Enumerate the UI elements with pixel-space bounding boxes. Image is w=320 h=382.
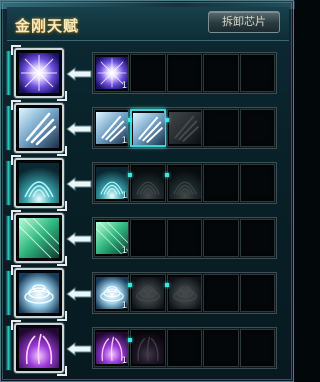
- ice-dome-icon: [168, 276, 201, 310]
- talent-row: 1: [5, 265, 291, 321]
- empty-chip-slot[interactable]: [166, 219, 203, 257]
- chip-link-indicator: [165, 283, 169, 287]
- chip-link-indicator: [165, 173, 169, 177]
- talent-main-slot[interactable]: [11, 210, 67, 266]
- talent-main-slot[interactable]: [11, 155, 67, 211]
- chip-slot-strip: 1: [92, 217, 277, 259]
- empty-chip-slot[interactable]: [203, 219, 239, 257]
- chip-link-indicator: [165, 118, 169, 122]
- chip-slot-strip: 1: [92, 162, 277, 204]
- chip-slot[interactable]: [130, 164, 166, 202]
- empty-chip-slot[interactable]: [239, 329, 276, 367]
- empty-chip-slot[interactable]: [239, 164, 276, 202]
- ice-dome-icon: [132, 276, 165, 310]
- shield-wave-icon: [168, 166, 201, 200]
- row-side-indicator: [5, 160, 12, 206]
- arrow-left-icon: [66, 341, 92, 356]
- chip-slot[interactable]: 1: [94, 219, 130, 257]
- talent-row: 1: [5, 100, 291, 156]
- chip-slot[interactable]: [130, 274, 166, 312]
- chip-slot-strip: 1: [92, 327, 277, 369]
- talent-main-slot[interactable]: [11, 100, 67, 156]
- empty-chip-slot[interactable]: [239, 54, 276, 92]
- claw-slash-icon: [133, 112, 166, 146]
- empty-chip-slot[interactable]: [239, 109, 275, 147]
- empty-chip-slot[interactable]: [239, 274, 276, 312]
- dismantle-chip-button[interactable]: 拆卸芯片: [208, 11, 280, 33]
- empty-chip-slot[interactable]: [239, 219, 276, 257]
- green-rays-icon: [18, 217, 60, 259]
- chip-slot[interactable]: 1: [94, 164, 130, 202]
- row-side-indicator: [5, 325, 12, 371]
- row-side-indicator: [5, 105, 12, 151]
- empty-chip-slot[interactable]: [166, 54, 203, 92]
- chip-level-label: 1: [121, 356, 128, 366]
- chip-level-label: 1: [121, 191, 128, 201]
- chip-slot[interactable]: 1: [94, 329, 130, 367]
- purple-burst-icon: [19, 53, 59, 93]
- row-side-indicator: [5, 50, 12, 96]
- empty-chip-slot[interactable]: [203, 274, 239, 312]
- chip-slot[interactable]: 1: [94, 109, 130, 147]
- empty-chip-slot[interactable]: [130, 219, 166, 257]
- chip-link-indicator: [128, 338, 132, 342]
- purple-flame-icon: [19, 328, 59, 368]
- empty-chip-slot[interactable]: [166, 329, 203, 367]
- shield-wave-icon: [19, 163, 59, 203]
- chip-slot[interactable]: 1: [94, 54, 130, 92]
- purple-flame-icon: [132, 331, 165, 365]
- talent-row: 1: [5, 45, 291, 101]
- chip-level-label: 1: [121, 81, 128, 91]
- talent-main-slot[interactable]: [11, 265, 67, 321]
- arrow-left-icon: [66, 231, 92, 246]
- ice-dome-icon: [19, 273, 59, 313]
- chip-level-label: 1: [121, 301, 128, 311]
- empty-chip-slot[interactable]: [203, 54, 239, 92]
- chip-slot-strip: 1: [92, 107, 277, 149]
- chip-slot[interactable]: [130, 329, 166, 367]
- row-side-indicator: [5, 270, 12, 316]
- arrow-left-icon: [66, 66, 92, 81]
- chip-link-indicator: [128, 173, 132, 177]
- talent-main-slot[interactable]: [11, 45, 67, 101]
- arrow-left-icon: [66, 286, 92, 301]
- talent-row: 1: [5, 155, 291, 211]
- talent-panel: 金刚天赋 拆卸芯片 1 1 1 1 1 1: [0, 0, 295, 382]
- talent-row: 1: [5, 320, 291, 376]
- panel-title: 金刚天赋: [15, 17, 80, 35]
- chip-slot-strip: 1: [92, 52, 277, 94]
- shield-wave-icon: [132, 166, 165, 200]
- empty-chip-slot[interactable]: [203, 109, 239, 147]
- chip-slot[interactable]: [166, 164, 203, 202]
- talent-main-slot[interactable]: [11, 320, 67, 376]
- chip-slot-strip: 1: [92, 272, 277, 314]
- chip-slot[interactable]: [166, 109, 203, 147]
- chip-level-label: 1: [121, 136, 128, 146]
- chip-slot[interactable]: [166, 274, 203, 312]
- chip-link-indicator: [128, 118, 132, 122]
- claw-slash-icon: [168, 111, 201, 145]
- chip-link-indicator: [128, 283, 132, 287]
- arrow-left-icon: [66, 121, 92, 136]
- chip-slot[interactable]: [130, 109, 166, 147]
- empty-chip-slot[interactable]: [130, 54, 166, 92]
- empty-chip-slot[interactable]: [203, 329, 239, 367]
- row-side-indicator: [5, 215, 12, 261]
- empty-chip-slot[interactable]: [203, 164, 239, 202]
- claw-slash-icon: [19, 108, 59, 148]
- chip-slot[interactable]: 1: [94, 274, 130, 312]
- chip-level-label: 1: [121, 246, 128, 256]
- talent-row: 1: [5, 210, 291, 266]
- arrow-left-icon: [66, 176, 92, 191]
